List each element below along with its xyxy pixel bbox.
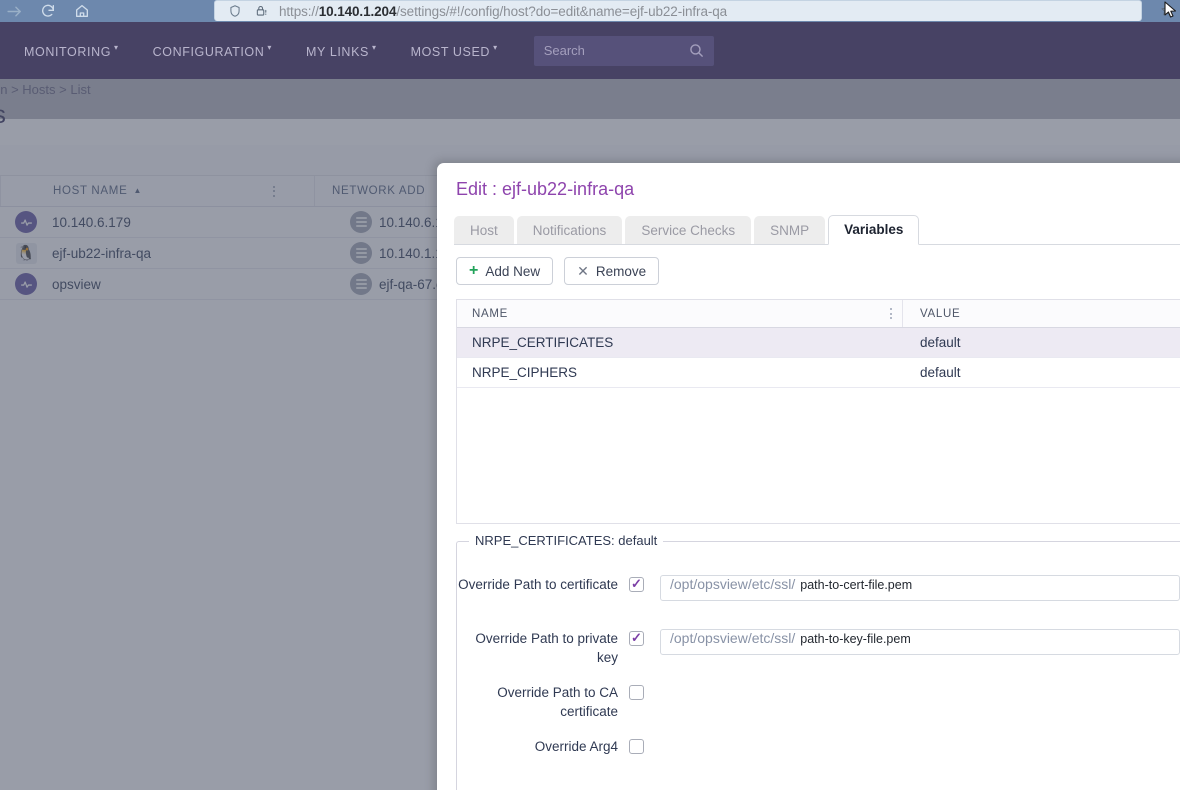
input-value: path-to-key-file.pem (800, 632, 911, 646)
lock-warning-icon[interactable] (252, 1, 272, 21)
variables-toolbar: + Add New ✕ Remove (456, 257, 660, 285)
url-path: /settings/#!/config/host?do=edit&name=ej… (396, 3, 728, 19)
linux-tux-icon: 🐧 (15, 242, 37, 264)
edit-host-modal: Edit : ejf-ub22-infra-qa Host Notificati… (437, 163, 1180, 790)
cell-host-name: opsview (52, 276, 101, 292)
chevron-down-icon: ▾ (114, 43, 119, 52)
url-text: https://10.140.1.204/settings/#!/config/… (279, 3, 728, 19)
chevron-down-icon: ▾ (267, 43, 273, 52)
variables-table-header: NAME VALUE (457, 300, 1180, 328)
close-icon: ✕ (577, 263, 589, 279)
field-label: Override Path to certificate (458, 577, 618, 592)
nav-item-monitoring-label: MONITORING (24, 44, 112, 59)
field-label: Override Path to private key (475, 631, 618, 665)
override-path-to-ca-certificate-checkbox[interactable] (629, 685, 644, 700)
variable-row[interactable]: NRPE_CIPHERS default (457, 358, 1180, 388)
nav-item-my-links-label: MY LINKS (306, 44, 369, 59)
variable-name: NRPE_CERTIFICATES (472, 335, 614, 350)
input-prefix: /opt/opsview/etc/ssl/ (670, 630, 796, 646)
tab-snmp[interactable]: SNMP (754, 216, 826, 245)
nav-item-monitoring[interactable]: MONITORING ▾ (24, 43, 137, 59)
field-override-path-to-private-key: Override Path to private key /opt/opsvie… (457, 629, 1180, 667)
global-search[interactable]: Search (533, 35, 714, 66)
field-label: Override Path to CA certificate (497, 685, 618, 719)
variable-value: default (920, 365, 961, 380)
tab-host[interactable]: Host (454, 216, 514, 245)
reload-icon[interactable] (38, 1, 58, 21)
list-icon (343, 273, 379, 295)
home-icon[interactable] (72, 1, 92, 21)
chevron-down-icon: ▾ (493, 43, 498, 52)
add-new-button[interactable]: + Add New (456, 257, 554, 285)
nav-item-most-used[interactable]: MOST USED ▾ (410, 43, 516, 59)
field-override-arg4: Override Arg4 (457, 737, 644, 756)
remove-button-label: Remove (595, 263, 647, 279)
column-header-name[interactable]: NAME (457, 300, 879, 327)
variable-name: NRPE_CIPHERS (472, 365, 578, 380)
field-override-path-to-ca-certificate: Override Path to CA certificate (457, 683, 644, 721)
screenshot-root: https://10.140.1.204/settings/#!/config/… (0, 0, 1180, 790)
column-header-network-address-label: NETWORK ADD (332, 185, 426, 197)
column-header-host-name-label: HOST NAME (53, 185, 128, 197)
app-navigation-bar: MONITORING ▾ CONFIGURATION ▾ MY LINKS ▾ … (0, 22, 1180, 79)
column-options-icon[interactable] (260, 176, 288, 206)
column-spacer (288, 176, 315, 206)
column-header-value-label: VALUE (920, 307, 961, 320)
tab-notifications[interactable]: Notifications (516, 216, 623, 245)
column-header-name-label: NAME (472, 307, 509, 320)
cell-host-name: ejf-ub22-infra-qa (52, 245, 152, 261)
field-override-path-to-certificate: Override Path to certificate /opt/opsvie… (457, 575, 1180, 601)
nav-item-configuration-label: CONFIGURATION (152, 44, 265, 59)
nav-item-most-used-label: MOST USED (410, 44, 491, 59)
forward-arrow-icon[interactable] (4, 1, 24, 21)
search-icon[interactable] (688, 42, 705, 64)
mouse-cursor (1164, 1, 1178, 24)
field-label: Override Arg4 (534, 739, 618, 754)
nav-item-my-links[interactable]: MY LINKS ▾ (306, 43, 395, 59)
variable-value: default (920, 335, 961, 350)
plus-icon: + (469, 262, 479, 279)
column-header-host-name[interactable]: HOST NAME ▲ (0, 176, 260, 206)
column-options-icon[interactable] (879, 300, 903, 327)
list-icon (343, 242, 379, 264)
sort-ascending-icon: ▲ (133, 185, 143, 195)
shield-icon[interactable] (225, 1, 245, 21)
tab-service-checks[interactable]: Service Checks (625, 216, 752, 245)
cell-host-name: 10.140.6.179 (52, 214, 131, 230)
chevron-down-icon: ▾ (371, 43, 377, 52)
modal-tabs: Host Notifications Service Checks SNMP V… (454, 215, 922, 245)
search-input[interactable]: Search (544, 43, 585, 58)
override-path-to-certificate-checkbox[interactable] (629, 577, 644, 592)
variables-panel: + Add New ✕ Remove NAME VALUE NRPE_CERTI… (437, 245, 1180, 790)
nav-item-configuration[interactable]: CONFIGURATION ▾ (152, 43, 290, 59)
list-icon (343, 211, 379, 233)
override-arg4-checkbox[interactable] (629, 739, 644, 754)
input-prefix: /opt/opsview/etc/ssl/ (670, 576, 796, 592)
variables-table: NAME VALUE NRPE_CERTIFICATES default NRP… (456, 299, 1180, 524)
pulse-icon (0, 273, 52, 295)
variable-row-selected[interactable]: NRPE_CERTIFICATES default (457, 328, 1180, 358)
tab-variables[interactable]: Variables (828, 215, 920, 245)
modal-backdrop-top (0, 79, 1180, 119)
variable-detail-fieldset: NRPE_CERTIFICATES: default Override Path… (456, 533, 1180, 790)
address-bar[interactable]: https://10.140.1.204/settings/#!/config/… (214, 0, 1142, 21)
override-path-to-certificate-input[interactable]: /opt/opsview/etc/ssl/ path-to-cert-file.… (660, 575, 1180, 601)
input-value: path-to-cert-file.pem (800, 578, 913, 592)
pulse-icon (0, 211, 52, 233)
add-new-button-label: Add New (485, 263, 541, 279)
url-host: 10.140.1.204 (318, 3, 397, 19)
fieldset-legend: NRPE_CERTIFICATES: default (469, 533, 664, 548)
override-path-to-private-key-input[interactable]: /opt/opsview/etc/ssl/ path-to-key-file.p… (660, 629, 1180, 655)
modal-title: Edit : ejf-ub22-infra-qa (456, 179, 635, 199)
browser-toolbar: https://10.140.1.204/settings/#!/config/… (0, 0, 1180, 22)
remove-button[interactable]: ✕ Remove (564, 257, 660, 285)
column-header-network-address[interactable]: NETWORK ADD (315, 176, 425, 206)
column-header-value[interactable]: VALUE (903, 300, 960, 327)
browser-nav-buttons (0, 1, 92, 21)
override-path-to-private-key-checkbox[interactable] (629, 631, 644, 646)
